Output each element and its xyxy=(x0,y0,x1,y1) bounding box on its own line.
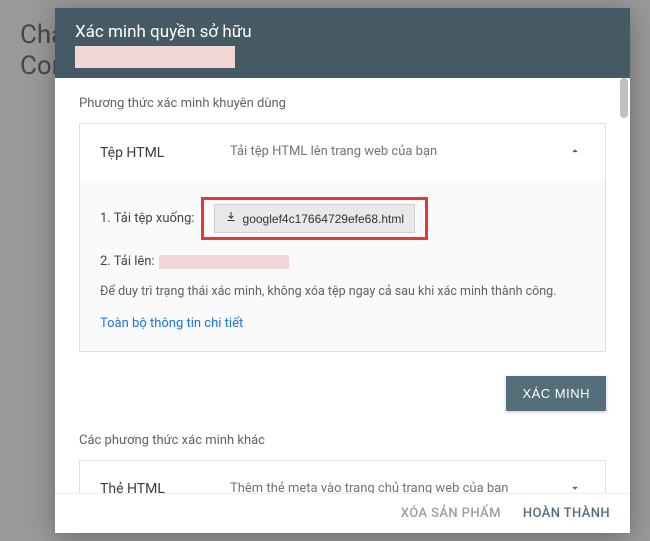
keep-file-note: Để duy trì trạng thái xác minh, không xó… xyxy=(100,283,585,302)
other-methods-label: Các phương thức xác minh khác xyxy=(79,433,606,448)
dialog-header: Xác minh quyền sở hữu xyxy=(55,8,630,78)
method-name: Tệp HTML xyxy=(100,145,230,161)
download-filename: googlef4c17664729efe68.html xyxy=(243,212,404,226)
redacted-property xyxy=(75,46,235,68)
dialog-title: Xác minh quyền sở hữu xyxy=(75,22,610,42)
done-button[interactable]: HOÀN THÀNH xyxy=(523,506,610,521)
step1-label: 1. Tải tệp xuống: xyxy=(100,211,195,226)
upload-step-row: 2. Tải lên: xyxy=(100,254,585,269)
verify-row: XÁC MINH xyxy=(79,364,606,411)
html-tag-method-card: Thẻ HTML Thêm thẻ meta vào trang chủ tra… xyxy=(79,460,606,493)
html-file-method-header[interactable]: Tệp HTML Tải tệp HTML lên trang web của … xyxy=(80,124,605,181)
delete-product-button[interactable]: XÓA SẢN PHẨM xyxy=(401,506,501,521)
html-tag-method-header[interactable]: Thẻ HTML Thêm thẻ meta vào trang chủ tra… xyxy=(80,461,605,493)
html-file-method-body: 1. Tải tệp xuống: googlef4c17664729efe68… xyxy=(80,181,605,351)
download-file-button[interactable]: googlef4c17664729efe68.html xyxy=(214,204,415,233)
recommended-method-label: Phương thức xác minh khuyên dùng xyxy=(79,96,606,111)
download-icon xyxy=(225,211,237,226)
chevron-down-icon xyxy=(565,479,585,493)
html-file-method-card: Tệp HTML Tải tệp HTML lên trang web của … xyxy=(79,123,606,352)
verify-button[interactable]: XÁC MINH xyxy=(506,376,606,411)
redacted-url xyxy=(159,255,289,269)
verify-ownership-dialog: Xác minh quyền sở hữu Phương thức xác mi… xyxy=(55,8,630,533)
method-desc: Thêm thẻ meta vào trang chủ trang web củ… xyxy=(230,481,565,493)
dialog-body[interactable]: Phương thức xác minh khuyên dùng Tệp HTM… xyxy=(55,78,630,493)
step2-label: 2. Tải lên: xyxy=(100,254,155,269)
chevron-up-icon xyxy=(565,142,585,163)
download-step-row: 1. Tải tệp xuống: googlef4c17664729efe68… xyxy=(100,197,585,240)
method-desc: Tải tệp HTML lên trang web của bạn xyxy=(230,144,565,161)
full-details-link[interactable]: Toàn bộ thông tin chi tiết xyxy=(100,316,585,331)
scrollbar-thumb[interactable] xyxy=(620,78,628,118)
method-name: Thẻ HTML xyxy=(100,481,230,493)
dialog-footer: XÓA SẢN PHẨM HOÀN THÀNH xyxy=(55,493,630,533)
download-highlight-box: googlef4c17664729efe68.html xyxy=(201,197,428,240)
